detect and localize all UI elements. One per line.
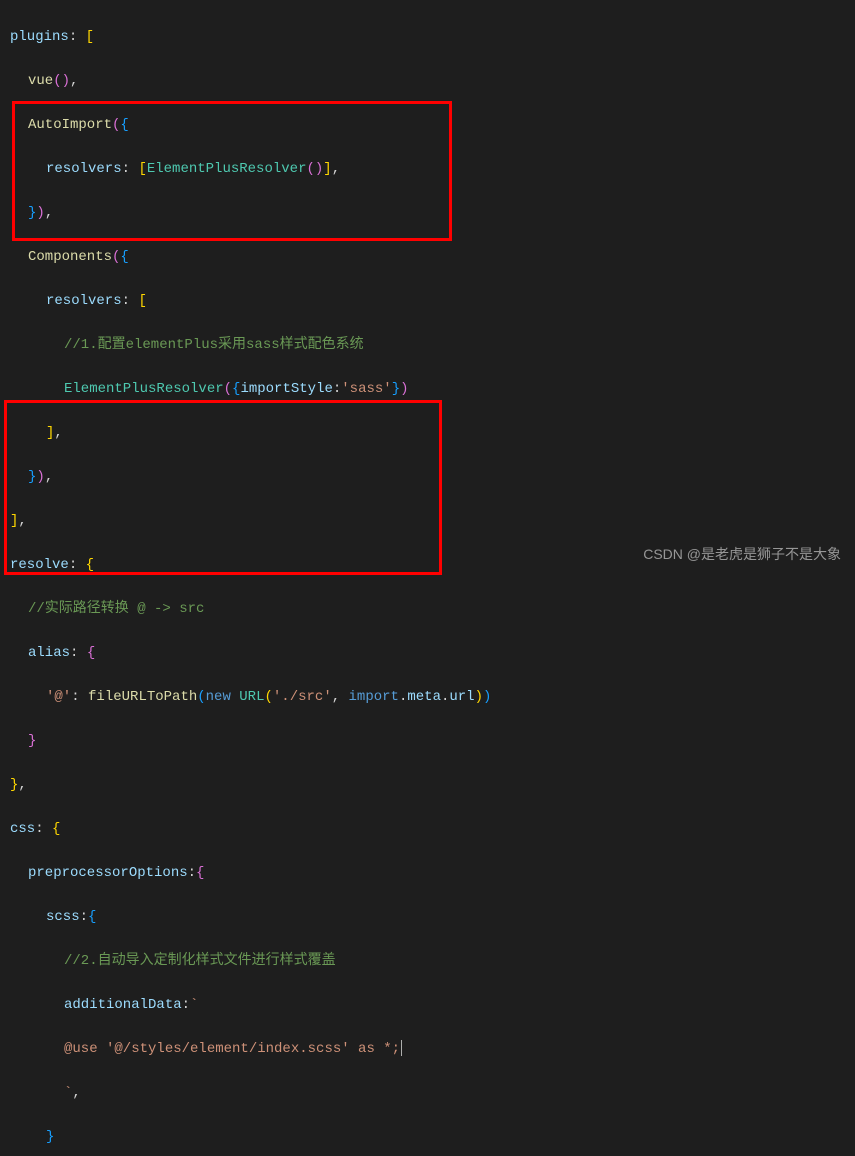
code-line: alias: { (10, 642, 845, 664)
code-line: plugins: [ (10, 26, 845, 48)
code-line: vue(), (10, 70, 845, 92)
watermark-text: CSDN @是老虎是狮子不是大象 (643, 544, 841, 564)
code-line: }), (10, 202, 845, 224)
code-line: //2.自动导入定制化样式文件进行样式覆盖 (10, 950, 845, 972)
code-line: //实际路径转换 @ -> src (10, 598, 845, 620)
code-line: //1.配置elementPlus采用sass样式配色系统 (10, 334, 845, 356)
code-line: }, (10, 774, 845, 796)
text-cursor (401, 1040, 402, 1056)
code-line: preprocessorOptions:{ (10, 862, 845, 884)
code-line: resolvers: [ (10, 290, 845, 312)
code-line: }), (10, 466, 845, 488)
code-line: resolvers: [ElementPlusResolver()], (10, 158, 845, 180)
code-line: `, (10, 1082, 845, 1104)
code-line: } (10, 1126, 845, 1148)
code-line: ], (10, 510, 845, 532)
code-line: ElementPlusResolver({importStyle:'sass'}… (10, 378, 845, 400)
code-line: '@': fileURLToPath(new URL('./src', impo… (10, 686, 845, 708)
code-line: Components({ (10, 246, 845, 268)
code-line: scss:{ (10, 906, 845, 928)
code-line: additionalData:` (10, 994, 845, 1016)
code-line: css: { (10, 818, 845, 840)
code-editor[interactable]: plugins: [ vue(), AutoImport({ resolvers… (0, 0, 855, 1156)
code-line: ], (10, 422, 845, 444)
code-line: } (10, 730, 845, 752)
code-line: AutoImport({ (10, 114, 845, 136)
code-line: @use '@/styles/element/index.scss' as *; (10, 1038, 845, 1060)
